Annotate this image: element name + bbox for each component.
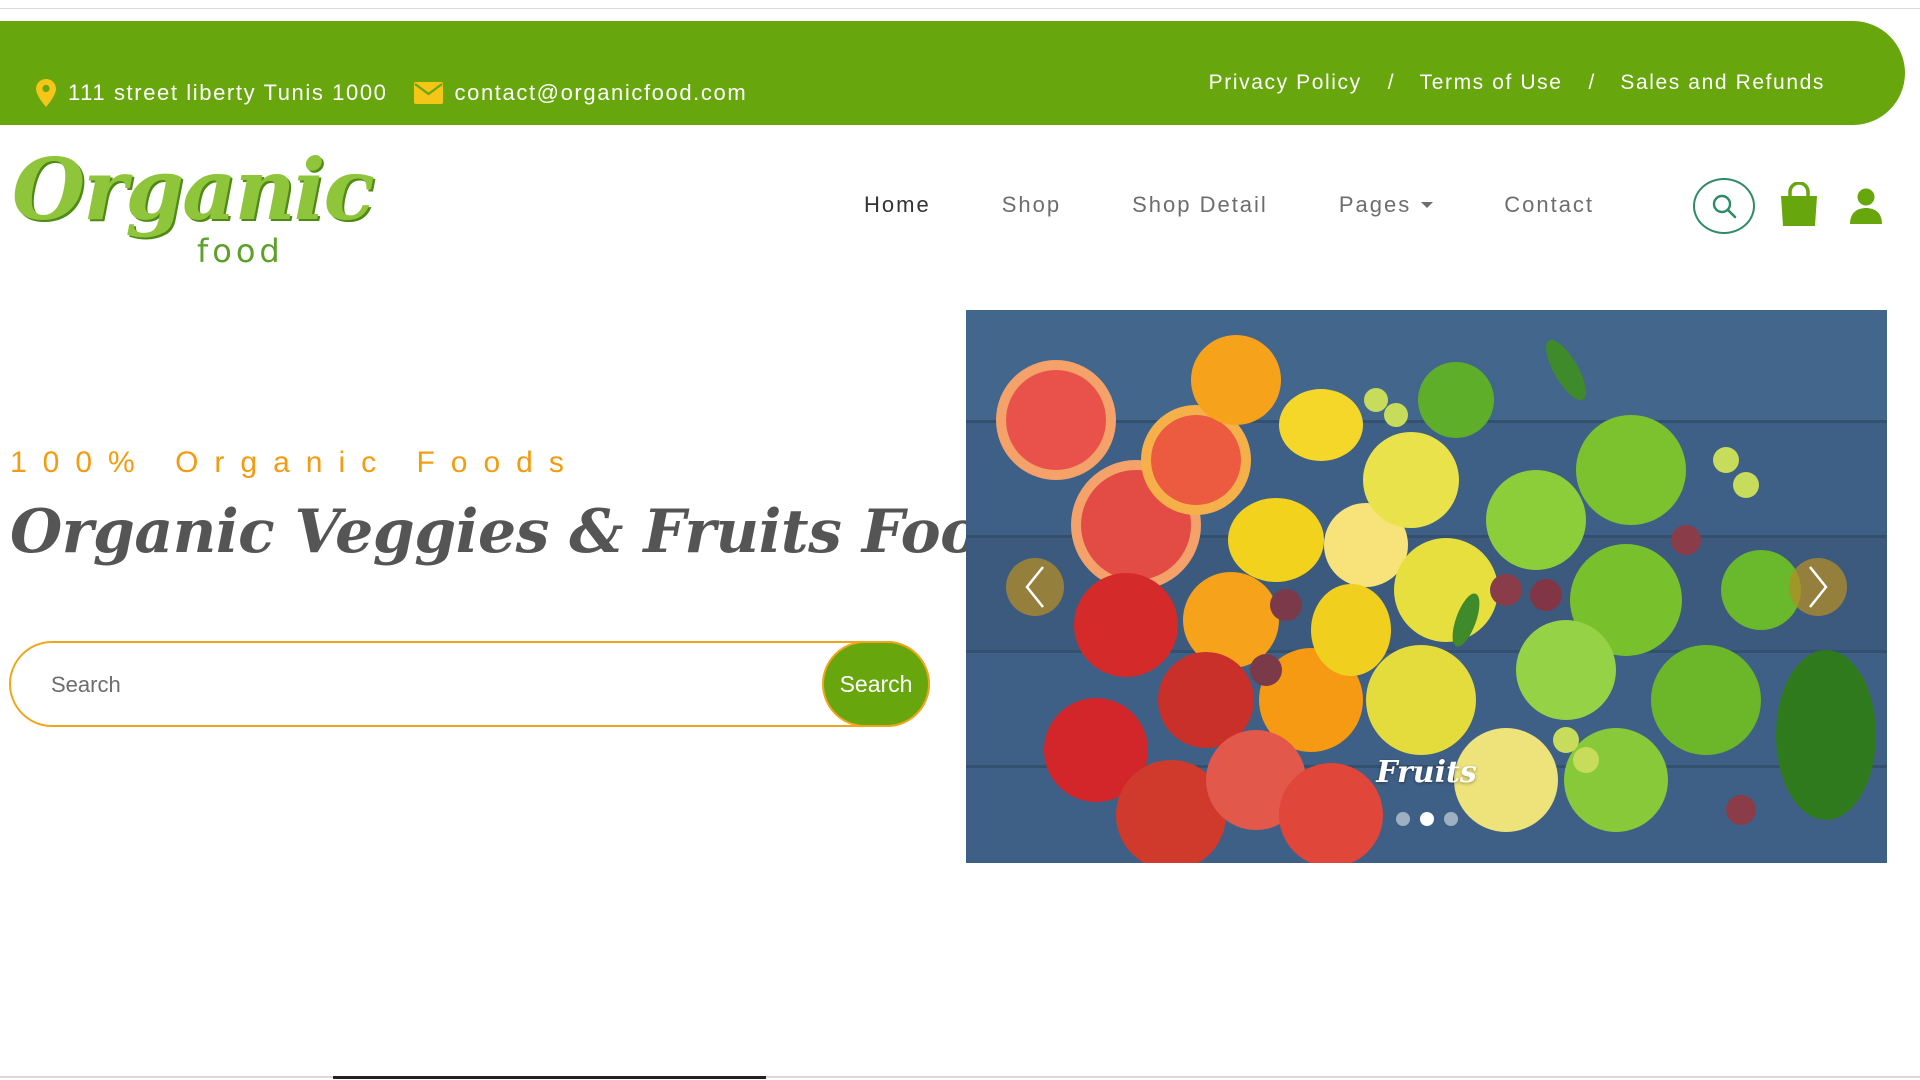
top-divider xyxy=(0,8,1920,9)
carousel-dot[interactable] xyxy=(1395,812,1410,826)
hero-tagline: 100% Organic Foods xyxy=(10,446,580,479)
search-icon xyxy=(1712,194,1737,219)
link-separator: / xyxy=(1387,71,1394,94)
top-bar: 111 street liberty Tunis 1000 contact@or… xyxy=(0,21,1905,125)
sales-and-refunds-link[interactable]: Sales and Refunds xyxy=(1620,71,1825,95)
shopping-bag-icon[interactable] xyxy=(1778,182,1820,228)
terms-of-use-link[interactable]: Terms of Use xyxy=(1420,71,1563,95)
hero-search-input[interactable] xyxy=(51,665,811,705)
hero-headline: Organic Veggies & Fruits Foods xyxy=(10,497,1055,567)
logo-sub-text: food xyxy=(197,232,284,270)
user-icon[interactable] xyxy=(1848,188,1884,224)
chevron-right-icon xyxy=(1809,566,1828,608)
nav-label: Contact xyxy=(1504,192,1595,217)
carousel-prev-button[interactable] xyxy=(1006,558,1064,616)
nav-label: Home xyxy=(864,192,931,217)
hero-search-button[interactable]: Search xyxy=(822,641,930,727)
main-nav: Home Shop Shop Detail Pages Contact xyxy=(864,192,1665,218)
nav-item-contact[interactable]: Contact xyxy=(1504,192,1594,218)
privacy-policy-link[interactable]: Privacy Policy xyxy=(1209,71,1362,95)
carousel-dot-active[interactable] xyxy=(1419,812,1434,826)
logo-main-text: Organic xyxy=(12,140,375,239)
map-pin-icon xyxy=(36,79,56,107)
carousel-next-button[interactable] xyxy=(1789,558,1847,616)
nav-item-shop-detail[interactable]: Shop Detail xyxy=(1132,192,1268,218)
header-search-button[interactable] xyxy=(1693,178,1755,234)
nav-label: Shop Detail xyxy=(1132,192,1268,217)
nav-label: Pages xyxy=(1338,192,1412,217)
carousel-indicators xyxy=(966,812,1887,826)
bottom-scroll-indicator xyxy=(333,1076,766,1079)
nav-label: Shop xyxy=(1001,192,1062,217)
policy-links: Privacy Policy / Terms of Use / Sales an… xyxy=(1209,71,1825,95)
site-logo[interactable]: Organic food xyxy=(12,140,375,270)
bottom-divider xyxy=(0,1076,1920,1078)
contact-info: 111 street liberty Tunis 1000 contact@or… xyxy=(36,79,747,107)
hero-carousel: Fruits xyxy=(966,310,1887,863)
nav-item-shop[interactable]: Shop xyxy=(1002,192,1061,218)
link-separator: / xyxy=(1588,71,1595,94)
chevron-left-icon xyxy=(1025,566,1044,608)
address-item: 111 street liberty Tunis 1000 xyxy=(36,79,388,107)
carousel-caption: Fruits xyxy=(1376,755,1477,790)
nav-item-pages[interactable]: Pages xyxy=(1338,192,1434,218)
nav-item-home[interactable]: Home xyxy=(864,192,931,218)
envelope-icon xyxy=(413,82,443,104)
email-text[interactable]: contact@organicfood.com xyxy=(455,80,748,106)
caret-down-icon xyxy=(1421,202,1434,208)
email-item[interactable]: contact@organicfood.com xyxy=(413,80,748,106)
address-text: 111 street liberty Tunis 1000 xyxy=(68,80,388,105)
carousel-dot[interactable] xyxy=(1443,812,1458,826)
hero-search-form: Search xyxy=(9,641,930,727)
